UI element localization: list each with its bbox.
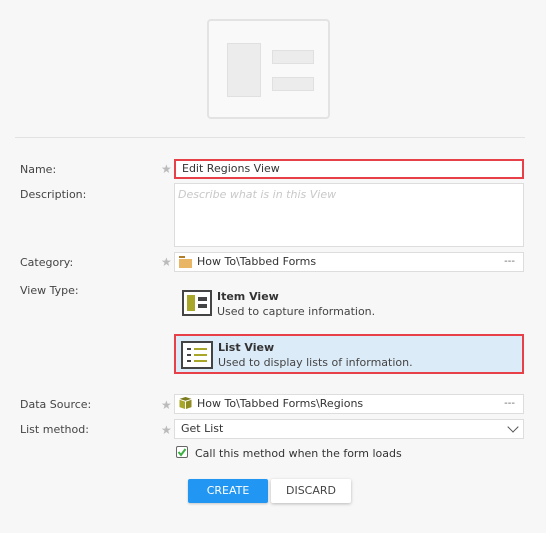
browse-button[interactable]: --- bbox=[504, 395, 515, 413]
category-value: How To\Tabbed Forms bbox=[197, 255, 317, 268]
category-picker[interactable]: How To\Tabbed Forms --- bbox=[174, 252, 524, 272]
discard-button[interactable]: DISCARD bbox=[271, 479, 351, 503]
name-input[interactable]: Edit Regions View bbox=[174, 159, 524, 179]
list-method-label: List method: bbox=[20, 423, 89, 436]
data-source-value: How To\Tabbed Forms\Regions bbox=[197, 397, 364, 410]
thumbnail-line bbox=[272, 77, 314, 91]
list-view-desc: Used to display lists of information. bbox=[218, 356, 413, 369]
item-view-icon bbox=[182, 290, 212, 316]
description-textarea[interactable]: Describe what is in this View bbox=[174, 183, 524, 247]
call-on-load-label: Call this method when the form loads bbox=[195, 447, 402, 460]
divider bbox=[15, 137, 525, 138]
list-method-select[interactable]: Get List bbox=[174, 419, 524, 439]
folder-icon bbox=[179, 256, 192, 268]
required-icon: ★ bbox=[161, 255, 172, 269]
create-button[interactable]: CREATE bbox=[188, 479, 268, 503]
required-icon: ★ bbox=[161, 162, 172, 176]
name-label: Name: bbox=[20, 163, 57, 176]
list-view-title: List View bbox=[218, 341, 275, 354]
view-type-label: View Type: bbox=[20, 284, 79, 297]
view-layout-thumbnail bbox=[207, 19, 330, 119]
browse-button[interactable]: --- bbox=[504, 253, 515, 271]
required-icon: ★ bbox=[161, 398, 172, 412]
category-label: Category: bbox=[20, 256, 74, 269]
view-type-option-list[interactable]: List View Used to display lists of infor… bbox=[174, 334, 524, 374]
thumbnail-block bbox=[227, 43, 261, 97]
view-type-option-item[interactable]: Item View Used to capture information. bbox=[176, 285, 524, 321]
item-view-desc: Used to capture information. bbox=[217, 305, 376, 318]
list-view-icon bbox=[181, 341, 213, 369]
item-view-title: Item View bbox=[217, 290, 279, 303]
chevron-down-icon bbox=[507, 421, 519, 433]
required-icon: ★ bbox=[161, 423, 172, 437]
list-method-value: Get List bbox=[181, 422, 224, 435]
thumbnail-line bbox=[272, 50, 314, 64]
checkmark-icon bbox=[177, 448, 187, 457]
data-source-picker[interactable]: How To\Tabbed Forms\Regions --- bbox=[174, 394, 524, 414]
description-label: Description: bbox=[20, 188, 87, 201]
smartobject-icon bbox=[179, 397, 192, 409]
data-source-label: Data Source: bbox=[20, 398, 92, 411]
call-on-load-checkbox[interactable] bbox=[176, 446, 188, 458]
